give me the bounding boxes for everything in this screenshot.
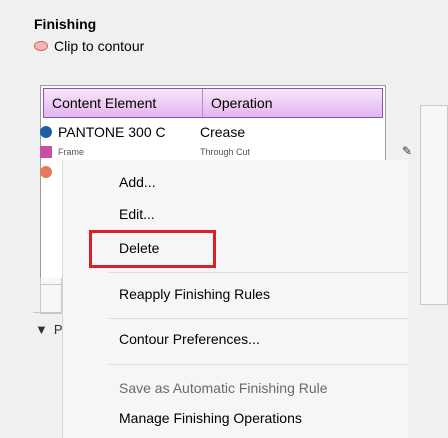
column-header-content-element[interactable]: Content Element [44, 89, 203, 117]
spot-color-icon [40, 126, 52, 138]
context-menu: Add... Edit... Delete Reapply Finishing … [62, 160, 409, 438]
collapsible-section-toggle[interactable]: ▼ P [35, 322, 63, 337]
divider [33, 312, 63, 313]
swatch-icon [40, 166, 52, 178]
clip-to-contour-option[interactable]: Clip to contour [34, 38, 144, 54]
menu-separator [109, 364, 409, 365]
triangle-down-icon: ▼ [35, 322, 48, 337]
content-element-name: PANTONE 300 C [58, 124, 166, 140]
menu-separator [109, 272, 409, 273]
operation-name: Crease [200, 124, 246, 140]
table-header: Content Element Operation [43, 88, 383, 118]
frame-swatch-icon [40, 146, 52, 158]
menu-item-edit[interactable]: Edit... [119, 206, 155, 222]
panel-title: Finishing [34, 16, 97, 32]
menu-item-add[interactable]: Add... [119, 174, 156, 190]
content-element-name: Frame [58, 147, 85, 157]
column-header-operation[interactable]: Operation [203, 89, 272, 117]
operation-name: Through Cut [200, 147, 251, 157]
menu-item-contour-preferences[interactable]: Contour Preferences... [119, 331, 260, 347]
table-row[interactable]: Frame Through Cut [40, 146, 250, 158]
table-row[interactable]: PANTONE 300 C Crease [40, 124, 245, 140]
clip-to-contour-label: Clip to contour [54, 38, 145, 54]
contour-icon [34, 41, 48, 51]
delete-highlight-box [89, 230, 216, 268]
menu-item-manage-finishing-operations[interactable]: Manage Finishing Operations [119, 410, 302, 426]
right-panel-edge [420, 105, 448, 305]
menu-item-reapply-finishing-rules[interactable]: Reapply Finishing Rules [119, 286, 270, 302]
table-row[interactable] [40, 166, 52, 178]
left-button[interactable] [40, 284, 62, 314]
menu-separator [109, 318, 409, 319]
edit-pencil-icon[interactable]: ✎ [402, 144, 412, 158]
menu-item-save-automatic-rule[interactable]: Save as Automatic Finishing Rule [119, 380, 328, 396]
